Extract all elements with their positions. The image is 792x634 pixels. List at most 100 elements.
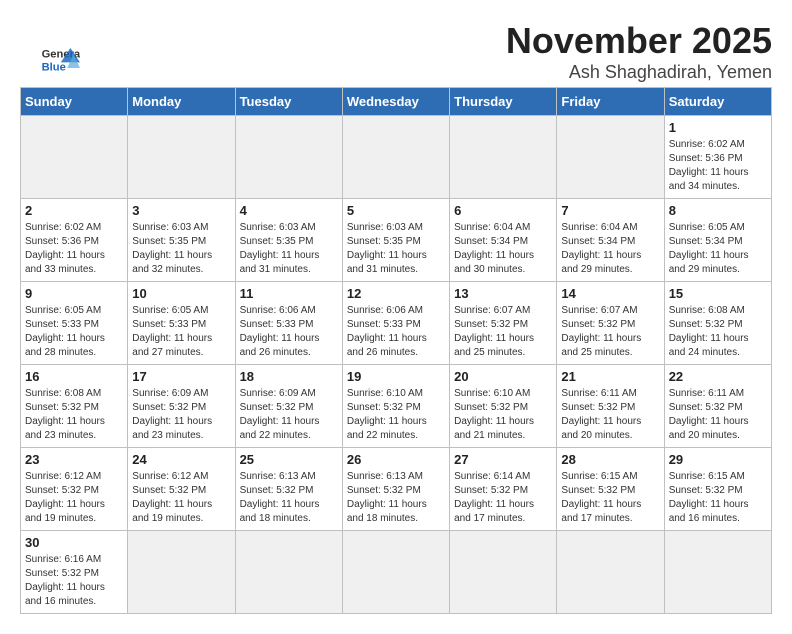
calendar-cell: 18 Sunrise: 6:09 AM Sunset: 5:32 PM Dayli… xyxy=(235,365,342,448)
day-info: Sunrise: 6:08 AM Sunset: 5:32 PM Dayligh… xyxy=(669,304,767,360)
day-info: Sunrise: 6:12 AM Sunset: 5:32 PM Dayligh… xyxy=(25,470,123,526)
calendar-cell: 23 Sunrise: 6:12 AM Sunset: 5:32 PM Dayli… xyxy=(21,448,128,531)
day-info: Sunrise: 6:15 AM Sunset: 5:32 PM Dayligh… xyxy=(669,470,767,526)
calendar-cell: 13 Sunrise: 6:07 AM Sunset: 5:32 PM Dayli… xyxy=(450,282,557,365)
weekday-header: Friday xyxy=(557,88,664,116)
weekday-header: Monday xyxy=(128,88,235,116)
calendar-cell xyxy=(342,116,449,199)
calendar-cell: 24 Sunrise: 6:12 AM Sunset: 5:32 PM Dayli… xyxy=(128,448,235,531)
svg-text:Blue: Blue xyxy=(42,61,66,73)
day-number: 20 xyxy=(454,369,552,384)
day-number: 28 xyxy=(561,452,659,467)
calendar-cell: 28 Sunrise: 6:15 AM Sunset: 5:32 PM Dayli… xyxy=(557,448,664,531)
calendar-cell: 4 Sunrise: 6:03 AM Sunset: 5:35 PM Daylig… xyxy=(235,199,342,282)
day-info: Sunrise: 6:11 AM Sunset: 5:32 PM Dayligh… xyxy=(561,387,659,443)
day-info: Sunrise: 6:02 AM Sunset: 5:36 PM Dayligh… xyxy=(25,221,123,277)
calendar-cell xyxy=(128,116,235,199)
day-info: Sunrise: 6:11 AM Sunset: 5:32 PM Dayligh… xyxy=(669,387,767,443)
calendar-cell: 7Sunrise: 6:04 AM Sunset: 5:34 PM Daylig… xyxy=(557,199,664,282)
day-info: Sunrise: 6:15 AM Sunset: 5:32 PM Dayligh… xyxy=(561,470,659,526)
day-number: 30 xyxy=(25,535,123,550)
day-number: 24 xyxy=(132,452,230,467)
day-info: Sunrise: 6:14 AM Sunset: 5:32 PM Dayligh… xyxy=(454,470,552,526)
day-number: 8 xyxy=(669,203,767,218)
day-info: Sunrise: 6:05 AM Sunset: 5:33 PM Dayligh… xyxy=(25,304,123,360)
day-number: 29 xyxy=(669,452,767,467)
calendar-cell xyxy=(664,531,771,614)
day-number: 5 xyxy=(347,203,445,218)
month-year-title: November 2025 xyxy=(20,20,772,62)
day-info: Sunrise: 6:16 AM Sunset: 5:32 PM Dayligh… xyxy=(25,553,123,609)
calendar-cell: 9 Sunrise: 6:05 AM Sunset: 5:33 PM Daylig… xyxy=(21,282,128,365)
day-info: Sunrise: 6:09 AM Sunset: 5:32 PM Dayligh… xyxy=(132,387,230,443)
calendar-cell: 1Sunrise: 6:02 AM Sunset: 5:36 PM Daylig… xyxy=(664,116,771,199)
calendar-cell xyxy=(128,531,235,614)
calendar-cell: 17 Sunrise: 6:09 AM Sunset: 5:32 PM Dayli… xyxy=(128,365,235,448)
logo: General Blue xyxy=(40,40,84,80)
day-number: 9 xyxy=(25,286,123,301)
day-info: Sunrise: 6:07 AM Sunset: 5:32 PM Dayligh… xyxy=(561,304,659,360)
day-info: Sunrise: 6:12 AM Sunset: 5:32 PM Dayligh… xyxy=(132,470,230,526)
calendar-cell xyxy=(557,531,664,614)
weekday-header: Thursday xyxy=(450,88,557,116)
day-info: Sunrise: 6:03 AM Sunset: 5:35 PM Dayligh… xyxy=(132,221,230,277)
day-info: Sunrise: 6:02 AM Sunset: 5:36 PM Dayligh… xyxy=(669,138,767,194)
location-subtitle: Ash Shaghadirah, Yemen xyxy=(20,62,772,83)
calendar-cell: 26 Sunrise: 6:13 AM Sunset: 5:32 PM Dayli… xyxy=(342,448,449,531)
calendar-cell: 10 Sunrise: 6:05 AM Sunset: 5:33 PM Dayli… xyxy=(128,282,235,365)
day-number: 21 xyxy=(561,369,659,384)
calendar-cell: 8 Sunrise: 6:05 AM Sunset: 5:34 PM Daylig… xyxy=(664,199,771,282)
calendar-cell: 6 Sunrise: 6:04 AM Sunset: 5:34 PM Daylig… xyxy=(450,199,557,282)
day-number: 11 xyxy=(240,286,338,301)
calendar-cell: 20 Sunrise: 6:10 AM Sunset: 5:32 PM Dayli… xyxy=(450,365,557,448)
day-number: 27 xyxy=(454,452,552,467)
day-info: Sunrise: 6:13 AM Sunset: 5:32 PM Dayligh… xyxy=(240,470,338,526)
calendar-table: SundayMondayTuesdayWednesdayThursdayFrid… xyxy=(20,87,772,614)
calendar-cell: 30 Sunrise: 6:16 AM Sunset: 5:32 PM Dayli… xyxy=(21,531,128,614)
day-info: Sunrise: 6:06 AM Sunset: 5:33 PM Dayligh… xyxy=(240,304,338,360)
day-number: 18 xyxy=(240,369,338,384)
calendar-cell: 14 Sunrise: 6:07 AM Sunset: 5:32 PM Dayli… xyxy=(557,282,664,365)
calendar-cell xyxy=(235,531,342,614)
day-info: Sunrise: 6:05 AM Sunset: 5:34 PM Dayligh… xyxy=(669,221,767,277)
day-info: Sunrise: 6:13 AM Sunset: 5:32 PM Dayligh… xyxy=(347,470,445,526)
day-number: 13 xyxy=(454,286,552,301)
day-info: Sunrise: 6:06 AM Sunset: 5:33 PM Dayligh… xyxy=(347,304,445,360)
day-number: 16 xyxy=(25,369,123,384)
day-info: Sunrise: 6:09 AM Sunset: 5:32 PM Dayligh… xyxy=(240,387,338,443)
day-info: Sunrise: 6:05 AM Sunset: 5:33 PM Dayligh… xyxy=(132,304,230,360)
day-info: Sunrise: 6:03 AM Sunset: 5:35 PM Dayligh… xyxy=(347,221,445,277)
day-number: 19 xyxy=(347,369,445,384)
day-info: Sunrise: 6:04 AM Sunset: 5:34 PM Dayligh… xyxy=(454,221,552,277)
calendar-cell: 16Sunrise: 6:08 AM Sunset: 5:32 PM Dayli… xyxy=(21,365,128,448)
day-number: 2 xyxy=(25,203,123,218)
calendar-cell: 11 Sunrise: 6:06 AM Sunset: 5:33 PM Dayli… xyxy=(235,282,342,365)
day-number: 17 xyxy=(132,369,230,384)
calendar-cell xyxy=(557,116,664,199)
day-number: 4 xyxy=(240,203,338,218)
day-info: Sunrise: 6:03 AM Sunset: 5:35 PM Dayligh… xyxy=(240,221,338,277)
day-info: Sunrise: 6:10 AM Sunset: 5:32 PM Dayligh… xyxy=(347,387,445,443)
calendar-cell: 25Sunrise: 6:13 AM Sunset: 5:32 PM Dayli… xyxy=(235,448,342,531)
weekday-header: Saturday xyxy=(664,88,771,116)
calendar-cell xyxy=(450,116,557,199)
day-number: 3 xyxy=(132,203,230,218)
calendar-cell: 27 Sunrise: 6:14 AM Sunset: 5:32 PM Dayli… xyxy=(450,448,557,531)
calendar-cell: 19 Sunrise: 6:10 AM Sunset: 5:32 PM Dayli… xyxy=(342,365,449,448)
day-info: Sunrise: 6:10 AM Sunset: 5:32 PM Dayligh… xyxy=(454,387,552,443)
day-info: Sunrise: 6:07 AM Sunset: 5:32 PM Dayligh… xyxy=(454,304,552,360)
day-number: 22 xyxy=(669,369,767,384)
day-number: 26 xyxy=(347,452,445,467)
weekday-header: Wednesday xyxy=(342,88,449,116)
calendar-header: November 2025 Ash Shaghadirah, Yemen xyxy=(20,20,772,83)
calendar-cell xyxy=(450,531,557,614)
calendar-cell: 3 Sunrise: 6:03 AM Sunset: 5:35 PM Daylig… xyxy=(128,199,235,282)
day-info: Sunrise: 6:04 AM Sunset: 5:34 PM Dayligh… xyxy=(561,221,659,277)
day-number: 10 xyxy=(132,286,230,301)
day-number: 6 xyxy=(454,203,552,218)
day-number: 23 xyxy=(25,452,123,467)
day-number: 14 xyxy=(561,286,659,301)
calendar-cell xyxy=(21,116,128,199)
calendar-cell: 12Sunrise: 6:06 AM Sunset: 5:33 PM Dayli… xyxy=(342,282,449,365)
calendar-cell xyxy=(235,116,342,199)
